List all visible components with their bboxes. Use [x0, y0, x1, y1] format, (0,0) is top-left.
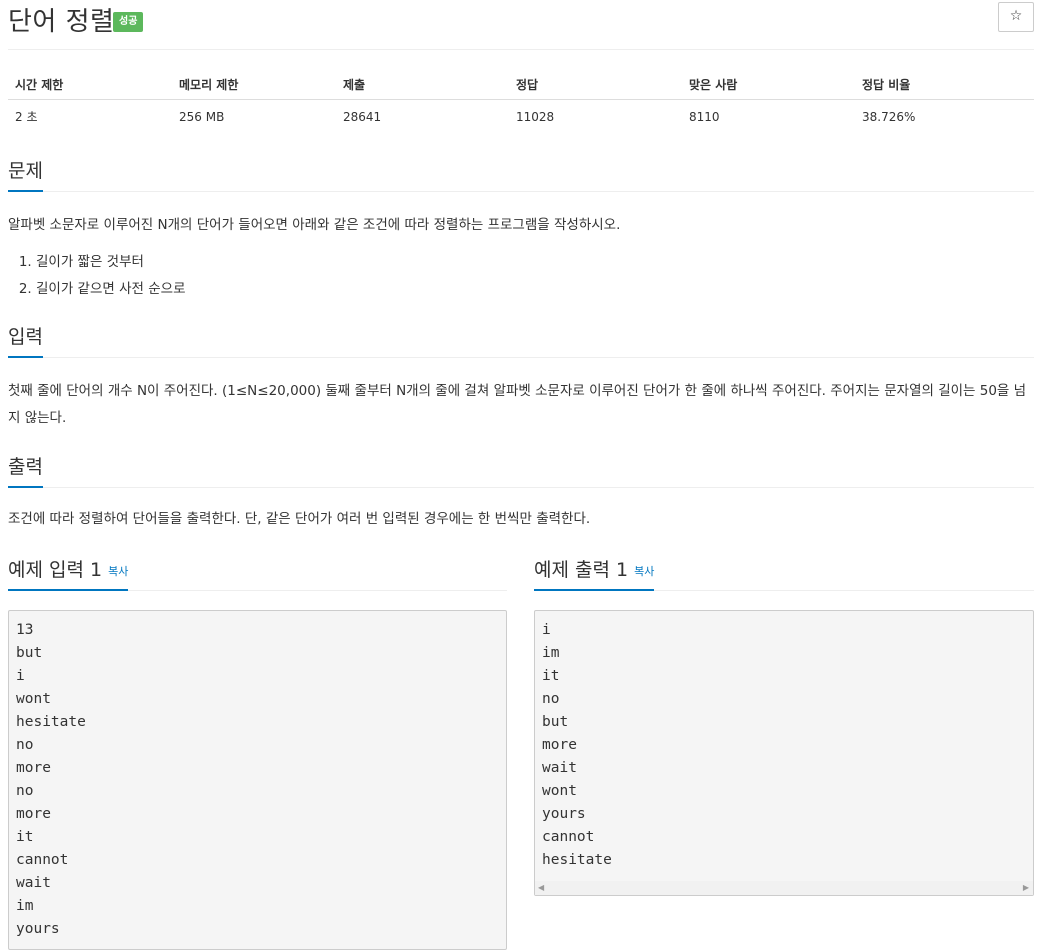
problem-heading: 문제: [8, 156, 43, 192]
header-accept-ratio: 정답 비율: [855, 70, 1034, 100]
value-memory-limit: 256 MB: [179, 109, 225, 124]
sample-output-box[interactable]: i im it no but more wait wont yours cann…: [534, 610, 1034, 896]
header-time-limit: 시간 제한: [8, 70, 172, 100]
header-solved-users: 맞은 사람: [682, 70, 855, 100]
input-description: 첫째 줄에 단어의 개수 N이 주어진다. (1≤N≤20,000) 둘째 줄부…: [8, 383, 1027, 426]
copy-sample-output-button[interactable]: 복사: [634, 565, 654, 578]
sample-input-box[interactable]: 13 but i wont hesitate no more no more i…: [8, 610, 507, 950]
problem-section-heading: 문제: [8, 156, 1034, 192]
value-accepted[interactable]: 11028: [509, 100, 682, 134]
copy-sample-input-button[interactable]: 복사: [108, 565, 128, 578]
sample-output-heading-bar: 예제 출력 1 복사: [534, 555, 1034, 591]
status-badge: 성공: [113, 12, 144, 32]
horizontal-scrollbar[interactable]: ◀ ▶: [535, 881, 1033, 895]
output-section-heading: 출력: [8, 452, 1034, 488]
value-time-limit: 2 초: [15, 110, 38, 124]
sample-input-heading: 예제 입력 1: [8, 559, 103, 581]
scroll-right-icon[interactable]: ▶: [1023, 883, 1029, 892]
input-heading: 입력: [8, 322, 43, 358]
input-section-heading: 입력: [8, 322, 1034, 358]
value-submissions[interactable]: 28641: [336, 100, 509, 134]
problem-page: 단어 정렬 성공 ☆ 시간 제한 메모리 제한 제출 정답 맞은 사람 정답 비…: [8, 0, 1034, 950]
value-accept-ratio: 38.726%: [862, 109, 916, 124]
header-submissions: 제출: [336, 70, 509, 100]
output-description: 조건에 따라 정렬하여 단어들을 출력한다. 단, 같은 단어가 여러 번 입력…: [8, 511, 591, 527]
problem-conditions-list: 길이가 짧은 것부터 길이가 같으면 사전 순으로: [8, 249, 186, 303]
page-title: 단어 정렬: [8, 7, 115, 37]
problem-info-table: 시간 제한 메모리 제한 제출 정답 맞은 사람 정답 비율 2 초 256 M…: [8, 70, 1034, 133]
list-item: 길이가 짧은 것부터: [36, 249, 186, 276]
sample-output-container: i im it no but more wait wont yours cann…: [534, 610, 1034, 896]
sample-input-heading-bar: 예제 입력 1 복사: [8, 555, 507, 591]
problem-description: 알파벳 소문자로 이루어진 N개의 단어가 들어오면 아래와 같은 조건에 따라…: [8, 217, 621, 233]
value-solved-users[interactable]: 8110: [682, 100, 855, 134]
page-header: 단어 정렬 성공 ☆: [8, 0, 1034, 50]
header-accepted: 정답: [509, 70, 682, 100]
scroll-left-icon[interactable]: ◀: [538, 883, 544, 892]
header-memory-limit: 메모리 제한: [172, 70, 336, 100]
info-value-row: 2 초 256 MB 28641 11028 8110 38.726%: [8, 100, 1034, 134]
sample-output-heading: 예제 출력 1: [534, 559, 629, 581]
output-heading: 출력: [8, 452, 43, 488]
list-item: 길이가 같으면 사전 순으로: [36, 276, 186, 303]
info-header-row: 시간 제한 메모리 제한 제출 정답 맞은 사람 정답 비율: [8, 70, 1034, 100]
star-icon[interactable]: ☆: [998, 2, 1034, 32]
